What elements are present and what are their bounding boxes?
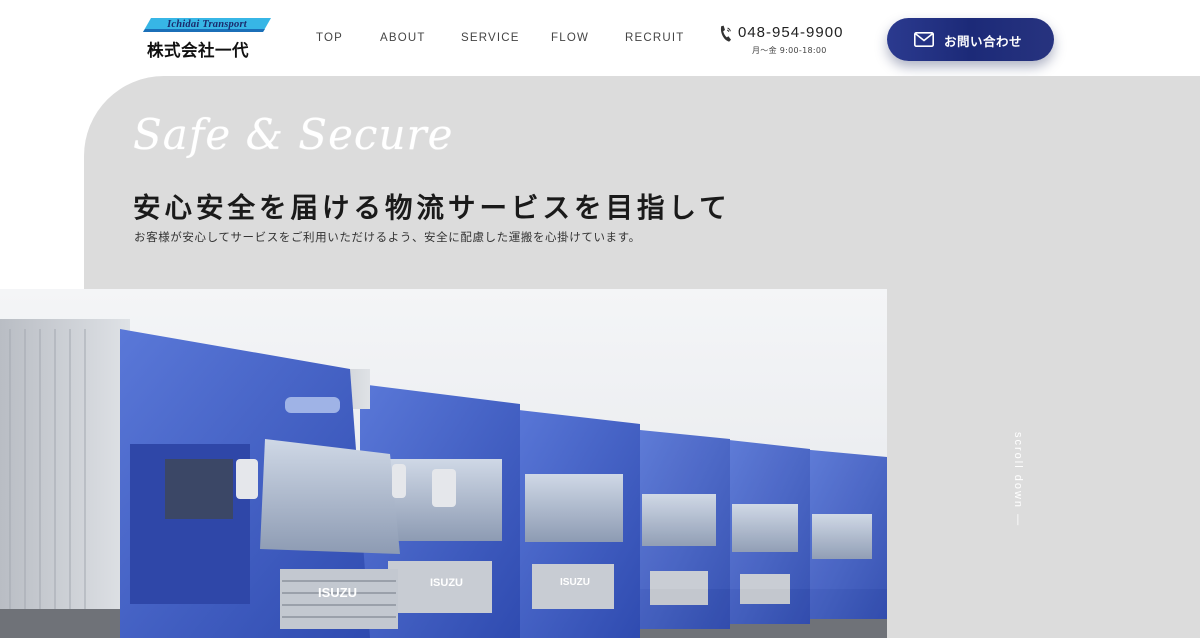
grille-brand-2: ISUZU <box>430 577 463 589</box>
nav-recruit[interactable]: RECRUIT <box>625 32 685 44</box>
grille-brand-1: ISUZU <box>318 585 357 600</box>
nav-flow[interactable]: FLOW <box>551 32 589 44</box>
company-logo[interactable]: Ichidai Transport 株式会社一代 <box>143 18 273 62</box>
truck-far <box>630 429 887 629</box>
hero-heading: 安心安全を届ける物流サービスを目指して <box>133 192 731 224</box>
phone-number: 048-954-9900 <box>738 24 844 41</box>
nav-top[interactable]: TOP <box>316 32 343 44</box>
mail-icon <box>914 32 934 47</box>
company-name: 株式会社一代 <box>147 41 249 60</box>
phone-icon <box>720 25 731 42</box>
hero-subtext: お客様が安心してサービスをご利用いただけるよう、安全に配慮した運搬を心掛けていま… <box>134 230 641 244</box>
grille-brand-3: ISUZU <box>560 577 590 588</box>
contact-button-label: お問い合わせ <box>944 34 1023 49</box>
phone-contact[interactable]: 048-954-9900 月～金 9:00-18:00 <box>718 24 858 58</box>
hero-truck-photo: ISUZU ISUZU ISUZU <box>0 289 887 638</box>
business-hours: 月～金 9:00-18:00 <box>752 46 827 55</box>
site-header: Ichidai Transport 株式会社一代 TOP ABOUT SERVI… <box>0 0 1200 76</box>
scroll-down-label: scroll down — <box>1012 432 1024 528</box>
truck-fleet-image: ISUZU ISUZU ISUZU <box>0 289 887 638</box>
nav-service[interactable]: SERVICE <box>461 32 520 44</box>
hero-script-title: Safe & Secure <box>133 110 454 159</box>
scroll-down-indicator[interactable]: scroll down — <box>1012 432 1028 532</box>
logo-banner-text: Ichidai Transport <box>167 19 247 30</box>
contact-button[interactable]: お問い合わせ <box>887 18 1054 61</box>
nav-about[interactable]: ABOUT <box>380 32 426 44</box>
